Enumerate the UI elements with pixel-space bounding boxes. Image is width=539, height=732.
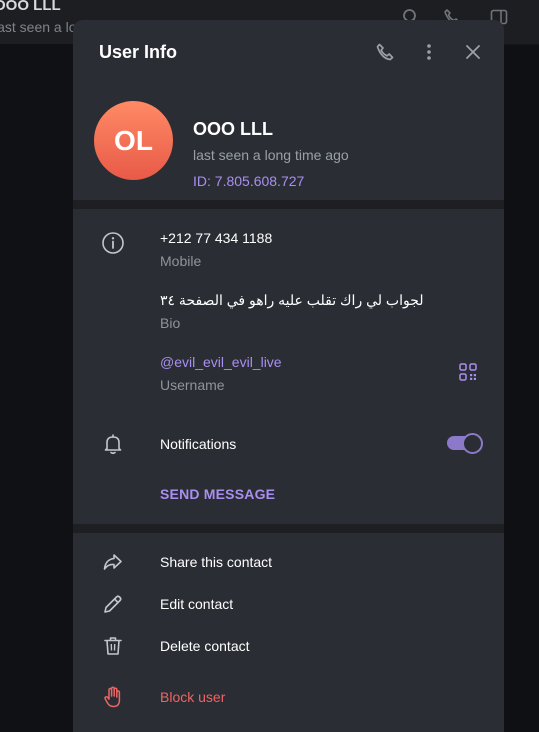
section-divider xyxy=(73,200,504,209)
call-button[interactable] xyxy=(373,40,397,64)
delete-contact-button[interactable]: Delete contact xyxy=(73,629,504,663)
qr-code-icon[interactable] xyxy=(458,362,478,382)
pencil-icon xyxy=(101,592,125,616)
phone-icon xyxy=(376,43,394,61)
block-user-button[interactable]: Block user xyxy=(73,680,504,714)
hand-stop-icon xyxy=(101,685,125,709)
notifications-toggle[interactable] xyxy=(447,432,483,454)
share-contact-button[interactable]: Share this contact xyxy=(73,545,504,579)
profile-name: OOO LLL xyxy=(193,119,273,139)
phone-number[interactable]: +212 77 434 1188 xyxy=(160,230,272,246)
close-icon xyxy=(466,45,480,59)
toggle-knob xyxy=(462,433,483,454)
notifications-label: Notifications xyxy=(160,436,237,452)
send-message-button[interactable]: SEND MESSAGE xyxy=(160,486,275,502)
close-button[interactable] xyxy=(461,40,485,64)
info-icon xyxy=(101,231,125,255)
username-link[interactable]: @evil_evil_evil_live xyxy=(160,354,282,370)
phone-label: Mobile xyxy=(160,253,202,269)
chat-title: OOO LLL xyxy=(0,0,61,14)
username-label: Username xyxy=(160,377,225,393)
bio-label: Bio xyxy=(160,315,181,331)
edit-contact-button[interactable]: Edit contact xyxy=(73,587,504,621)
trash-icon xyxy=(101,634,125,658)
chat-area-background xyxy=(0,44,73,732)
bell-icon xyxy=(101,432,125,456)
more-options-button[interactable] xyxy=(417,40,441,64)
user-info-dialog: User Info OL OOO LLL last seen a long ti… xyxy=(73,20,504,732)
share-icon xyxy=(101,550,125,574)
more-vertical-icon xyxy=(427,44,431,60)
bio-text[interactable]: لجواب لي راك تقلب عليه راهو في الصفحة ٣٤ xyxy=(160,292,424,309)
edit-contact-label: Edit contact xyxy=(160,596,234,612)
last-seen-status: last seen a long time ago xyxy=(193,147,349,163)
avatar[interactable]: OL xyxy=(94,101,173,180)
share-contact-label: Share this contact xyxy=(160,554,273,570)
block-user-label: Block user xyxy=(160,689,226,705)
chat-subtitle: last seen a lo xyxy=(0,19,77,35)
delete-contact-label: Delete contact xyxy=(160,638,250,654)
section-divider xyxy=(73,524,504,533)
user-id[interactable]: ID: 7.805.608.727 xyxy=(193,173,304,189)
dialog-title: User Info xyxy=(99,42,178,62)
